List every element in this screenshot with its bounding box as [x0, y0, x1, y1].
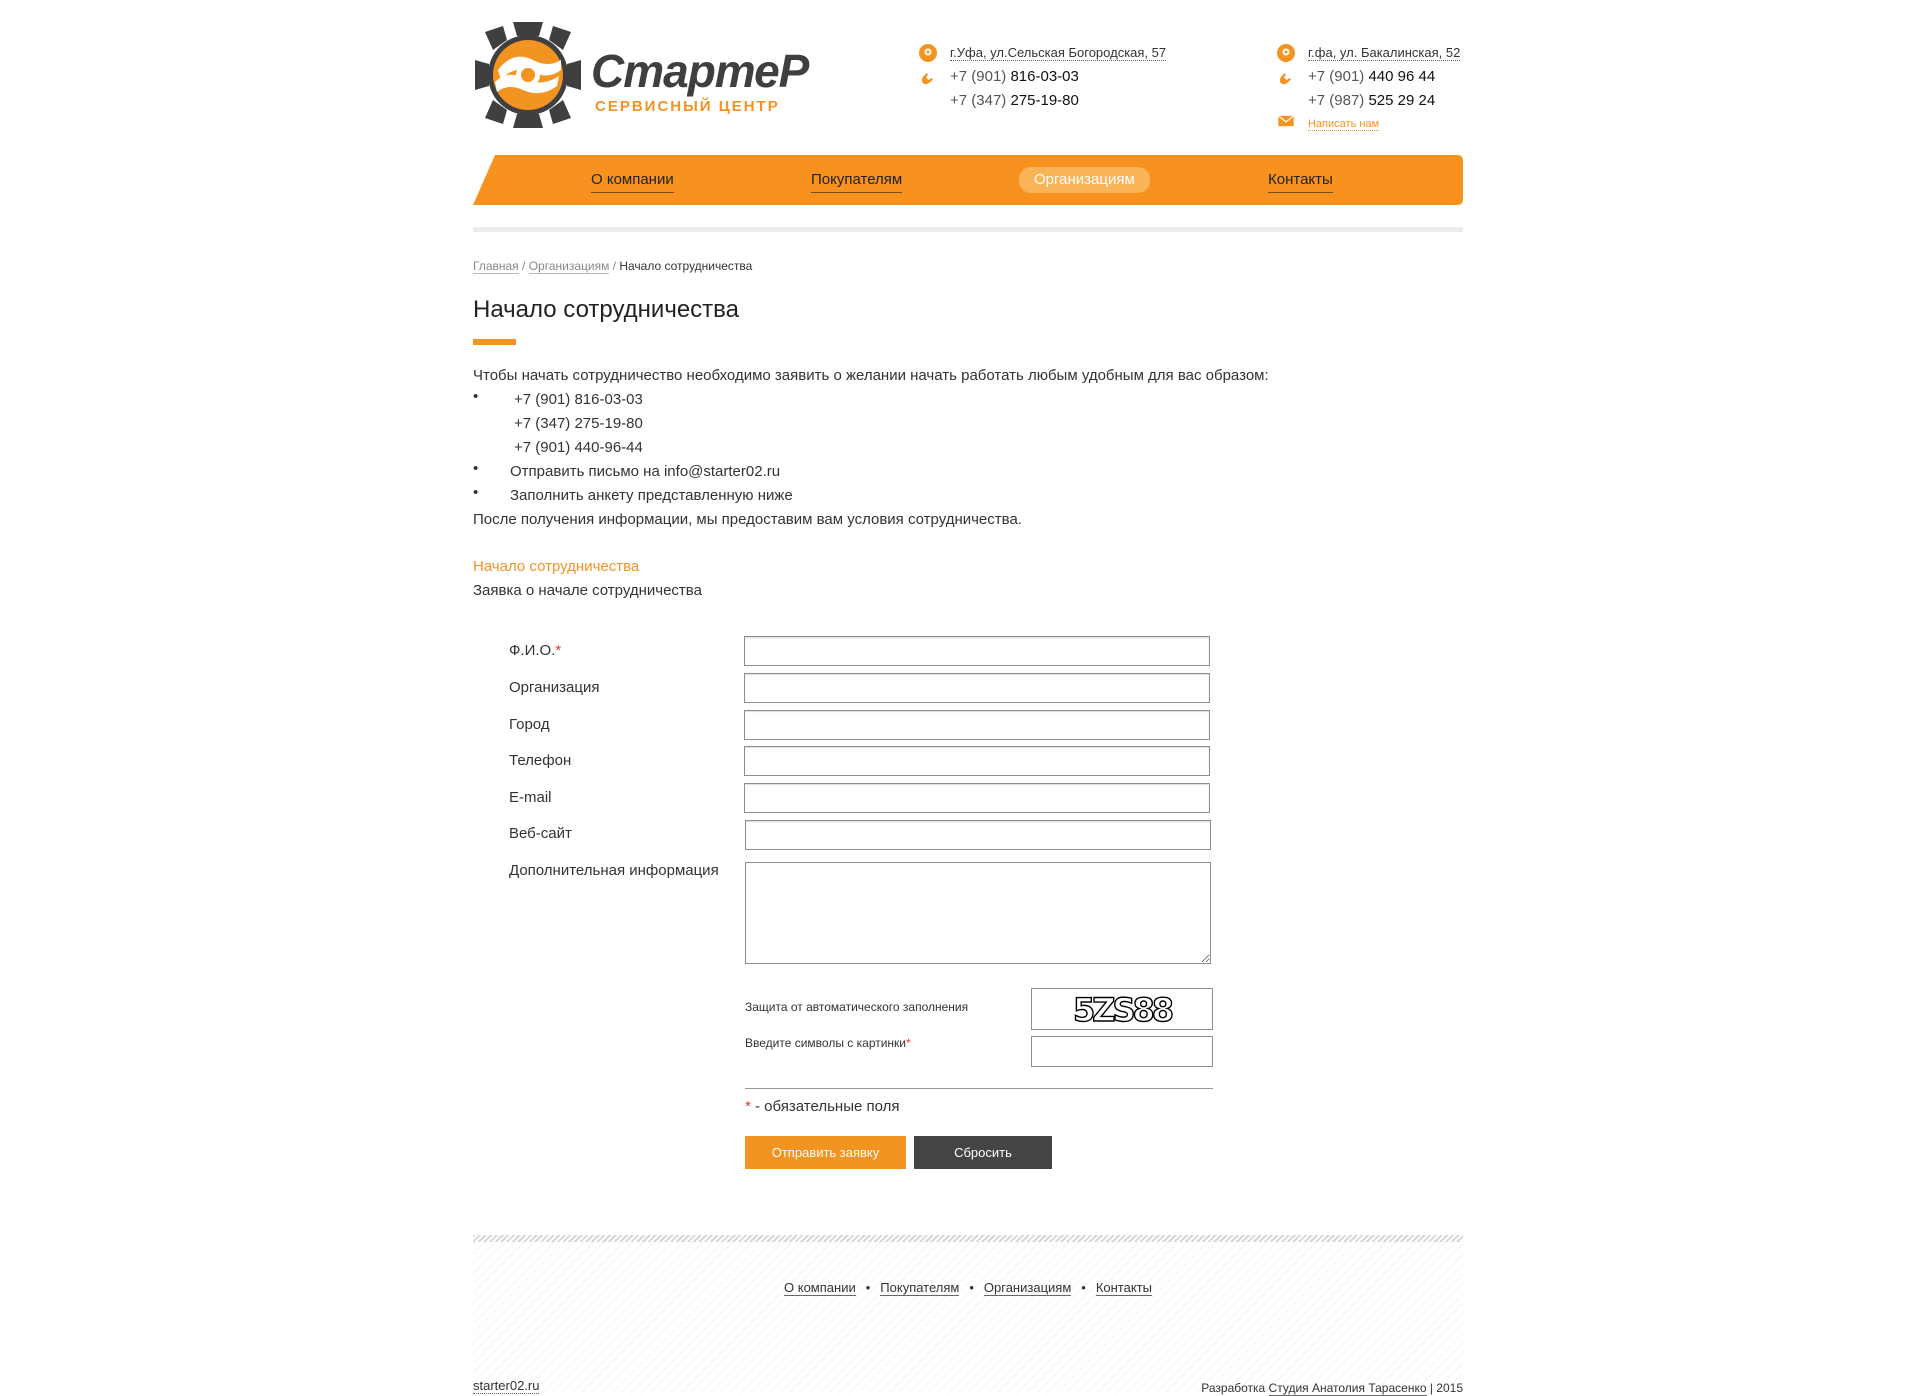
address-link[interactable]: г.фа, ул. Бакалинская, 52 — [1308, 45, 1461, 61]
phone-row: +7 (901) 816-03-03 — [918, 64, 1166, 88]
address-row: г.Уфа, ул.Сельская Богородская, 57 — [918, 40, 1167, 64]
breadcrumb-home[interactable]: Главная — [473, 259, 519, 274]
captcha-input-label-text: Введите символы с картинки — [745, 1036, 907, 1050]
footer-copyright: Разработка Студия Анатолия Тарасенко | 2… — [1201, 1381, 1463, 1396]
phone-list-item: +7 (901) 816-03-03 — [514, 391, 643, 408]
submit-button[interactable]: Отправить заявку — [745, 1136, 906, 1169]
footer-dev-prefix: Разработка — [1201, 1381, 1269, 1395]
phone-code: +7 (347) — [950, 92, 1007, 109]
breadcrumb-current: Начало сотрудничества — [619, 259, 753, 273]
phone-row: +7 (347) 275-19-80 — [918, 88, 1166, 112]
captcha-graphic: 5ZS88 — [1072, 990, 1176, 1029]
website-input[interactable] — [745, 820, 1211, 850]
logo[interactable]: СтартеР СЕРВИСНЫЙ ЦЕНТР — [473, 20, 809, 130]
phone-icon — [1279, 73, 1291, 85]
footer-year: | 2015 — [1426, 1381, 1463, 1395]
captcha-label: Защита от автоматического заполнения — [745, 1000, 969, 1014]
website-label: Веб-сайт — [509, 825, 572, 842]
footer-border — [473, 1235, 1463, 1242]
phone-code: +7 (901) — [950, 68, 1007, 85]
phone-list-item: +7 (901) 440-96-44 — [514, 439, 643, 456]
nav-item-organizations[interactable]: Организациям — [1019, 167, 1150, 193]
additional-info-textarea[interactable] — [745, 862, 1211, 964]
write-us-link[interactable]: Написать нам — [1308, 118, 1380, 131]
phone-number[interactable]: 440 96 44 — [1368, 68, 1435, 85]
additional-info-label: Дополнительная информация — [509, 862, 719, 879]
required-note-text: - обязательные поля — [750, 1098, 900, 1115]
form-section-title: Начало сотрудничества — [473, 558, 640, 575]
email-list-item: Отправить письмо на info@starter02.ru — [510, 463, 781, 480]
breadcrumb-separator: / — [518, 259, 529, 273]
footer-nav-buyers[interactable]: Покупателям — [880, 1280, 960, 1296]
phone-code: +7 (901) — [1308, 68, 1365, 85]
fio-label: Ф.И.О.* — [509, 642, 561, 659]
main-nav: О компании Покупателям Организациям Конт… — [473, 155, 1463, 205]
reset-button[interactable]: Сбросить — [914, 1136, 1052, 1169]
gear-logo-icon — [475, 22, 581, 128]
captcha-input-label: Введите символы с картинки* — [745, 1036, 911, 1050]
address-link[interactable]: г.Уфа, ул.Сельская Богородская, 57 — [950, 45, 1167, 61]
list-bullet: • — [473, 388, 479, 405]
envelope-icon — [1277, 115, 1295, 127]
form-divider — [745, 1088, 1213, 1089]
footer-nav-organizations[interactable]: Организациям — [983, 1280, 1072, 1296]
map-pin-icon — [919, 44, 937, 62]
title-underline — [473, 339, 516, 345]
address-row: г.фа, ул. Бакалинская, 52 — [1276, 40, 1461, 64]
phone-row: +7 (987) 525 29 24 — [1276, 88, 1460, 112]
email-input[interactable] — [744, 783, 1210, 813]
page-title: Начало сотрудничества — [473, 296, 739, 323]
nav-divider — [473, 227, 1463, 232]
phone-number[interactable]: 816-03-03 — [1010, 68, 1078, 85]
fio-input[interactable] — [744, 636, 1210, 666]
footer-nav: О компании • Покупателям • Организациям • Конт… — [473, 1280, 1463, 1296]
organization-label: Организация — [509, 679, 600, 696]
intro-text: Чтобы начать сотрудничество необходимо з… — [473, 367, 1269, 384]
phone-number[interactable]: 525 29 24 — [1368, 92, 1435, 109]
phone-input[interactable] — [744, 746, 1210, 776]
breadcrumb-organizations[interactable]: Организациям — [528, 259, 610, 274]
breadcrumb-separator: / — [609, 259, 620, 273]
captcha-image: 5ZS88 — [1031, 988, 1213, 1030]
footer-nav-dot: • — [969, 1280, 974, 1295]
list-bullet: • — [473, 460, 479, 477]
fio-label-text: Ф.И.О. — [509, 642, 556, 659]
breadcrumb: Главная / Организациям / Начало сотрудни… — [473, 259, 753, 274]
phone-list-item: +7 (347) 275-19-80 — [514, 415, 643, 432]
phone-row: +7 (901) 440 96 44 — [1276, 64, 1460, 88]
contact-block-ufa-selskaya: г.Уфа, ул.Сельская Богородская, 57 +7 (9… — [918, 40, 1167, 112]
contact-block-ufa-bakalinskaya: г.фа, ул. Бакалинская, 52 +7 (901) 440 9… — [1276, 40, 1461, 132]
phone-icon — [921, 73, 933, 85]
footer-nav-contacts[interactable]: Контакты — [1095, 1280, 1152, 1296]
nav-item-contacts[interactable]: Контакты — [1268, 168, 1333, 193]
nav-item-about[interactable]: О компании — [591, 168, 674, 193]
captcha-input[interactable] — [1031, 1036, 1213, 1067]
outro-text: После получения информации, мы предостав… — [473, 511, 1022, 528]
phone-label: Телефон — [509, 752, 572, 769]
list-bullet: • — [473, 484, 479, 501]
city-label: Город — [509, 716, 550, 733]
logo-title: СтартеР — [591, 45, 809, 97]
footer-nav-dot: • — [865, 1280, 871, 1295]
phone-code: +7 (987) — [1308, 92, 1365, 109]
write-us-row: Написать нам — [1276, 112, 1460, 132]
footer-nav-about[interactable]: О компании — [784, 1280, 856, 1296]
city-input[interactable] — [744, 710, 1210, 740]
organization-input[interactable] — [744, 673, 1210, 703]
logo-subtitle: СЕРВИСНЫЙ ЦЕНТР — [595, 98, 780, 115]
phone-number[interactable]: 275-19-80 — [1010, 92, 1078, 109]
captcha-text: 5ZS88 — [1073, 991, 1173, 1029]
form-section-subtitle: Заявка о начале сотрудничества — [473, 582, 702, 599]
page: СтартеР СЕРВИСНЫЙ ЦЕНТР г.Уфа, ул.Сельск… — [473, 0, 1463, 1396]
form-list-item: Заполнить анкету представленную ниже — [510, 487, 793, 504]
required-mark: * — [906, 1036, 911, 1050]
required-note: * - обязательные поля — [745, 1098, 900, 1115]
footer-nav-dot: • — [1081, 1280, 1086, 1295]
email-label: E-mail — [509, 789, 552, 806]
required-mark: * — [555, 642, 562, 659]
nav-item-buyers[interactable]: Покупателям — [811, 168, 903, 193]
footer — [473, 1235, 1463, 1394]
footer-site-link[interactable]: starter02.ru — [473, 1378, 540, 1394]
map-pin-icon — [1277, 44, 1295, 62]
